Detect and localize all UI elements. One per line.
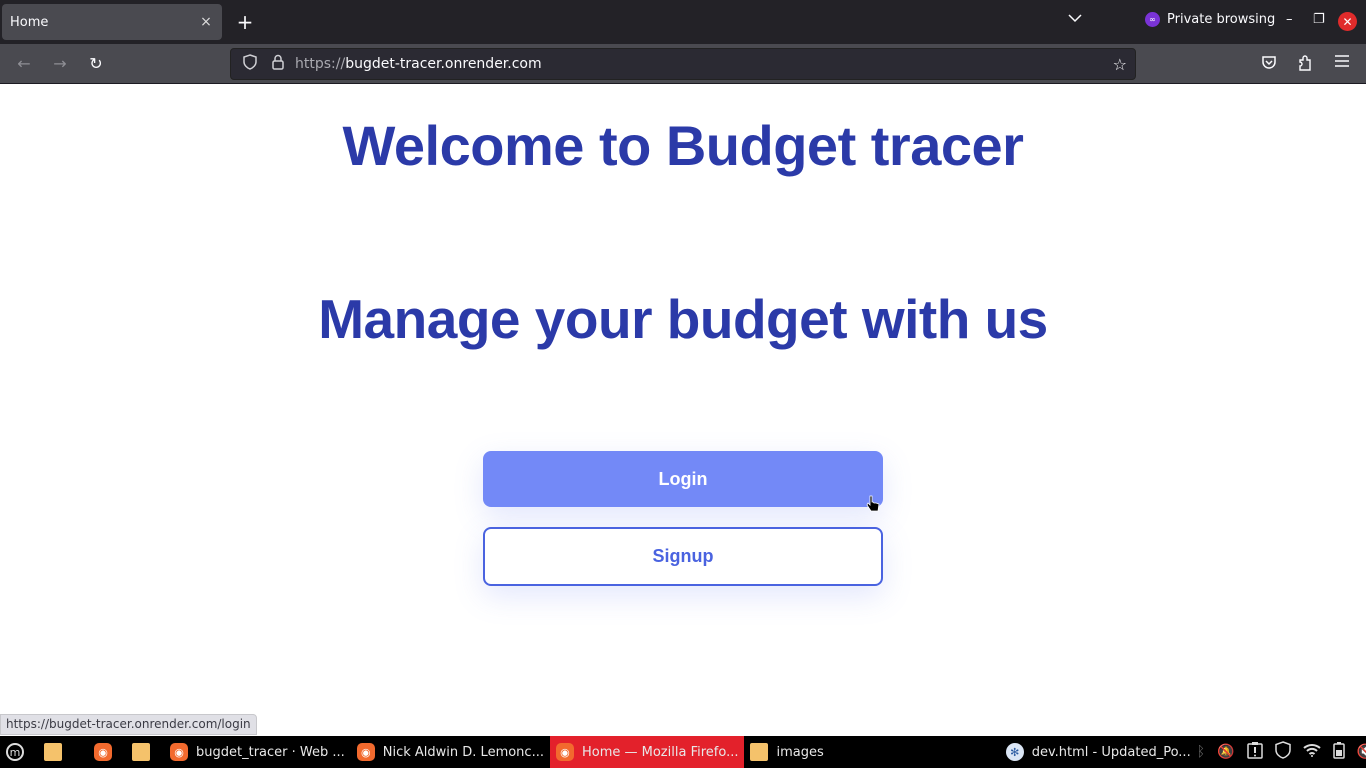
close-tab-icon[interactable]: × [198,14,214,30]
tab-home[interactable]: Home × [2,4,222,40]
back-button[interactable]: ← [14,54,34,73]
firefox-icon: ◉ [94,743,112,761]
pocket-icon[interactable] [1261,54,1277,74]
hand-cursor-icon [866,495,880,517]
url-protocol: https:// [295,56,346,72]
folder-icon [750,743,769,761]
taskbar-window-label: dev.html - Updated_Po... [1031,744,1191,760]
bookmark-star-icon[interactable]: ☆ [1113,55,1127,74]
wifi-icon[interactable] [1302,743,1321,761]
private-browsing-indicator: ∞ Private browsing [1145,12,1275,27]
taskbar-window-label: images [776,744,824,760]
navigation-toolbar: ← → ↻ https://bugdet-tracer.onrender.com… [0,44,1366,84]
update-manager-icon[interactable] [1246,741,1263,763]
page-title: Welcome to Budget tracer [342,114,1024,177]
tagline: Manage your budget with us [318,288,1048,350]
forward-button[interactable]: → [50,54,70,73]
taskbar-window[interactable]: ◉ Nick Aldwin D. Lemonc... [351,736,550,768]
system-tray: ᛒ 🔕 🔇 03:32:57 PM PST [1197,737,1366,767]
notifications-muted-icon[interactable]: 🔕 [1217,744,1234,760]
firefox-icon: ◉ [356,743,375,761]
taskbar-window-active[interactable]: ◉ Home — Mozilla Firefo... [549,736,745,768]
status-bar-link-preview: https://bugdet-tracer.onrender.com/login [0,714,257,735]
maximize-button[interactable]: ❐ [1313,12,1325,27]
signup-button[interactable]: Signup [483,527,883,586]
shield-icon[interactable] [239,54,261,74]
folder-icon [132,743,150,761]
taskbar-window[interactable]: ✻ dev.html - Updated_Po... [1000,736,1197,768]
private-mask-icon: ∞ [1145,12,1160,27]
firefox-icon: ◉ [170,743,188,761]
start-menu-button[interactable]: m [0,736,38,768]
hamburger-menu-icon[interactable] [1334,54,1350,72]
taskbar-window-label: bugdet_tracer · Web ... [196,744,345,760]
security-shield-icon[interactable] [1274,741,1291,763]
tab-title: Home [10,14,49,30]
lock-icon[interactable] [267,54,289,74]
linux-mint-icon: m [6,743,24,761]
taskbar-window-label: Nick Aldwin D. Lemonc... [382,744,544,760]
battery-icon[interactable] [1332,741,1345,763]
tab-bar: Home × + ∞ Private browsing – ❐ ✕ [0,0,1366,44]
bluetooth-icon[interactable]: ᛒ [1197,744,1205,760]
new-tab-button[interactable]: + [234,10,256,34]
launcher-firefox[interactable]: ◉ [88,736,126,768]
reload-button[interactable]: ↻ [86,54,106,73]
volume-muted-icon[interactable]: 🔇 [1357,744,1366,760]
tab-list-chevron-icon[interactable] [1068,12,1082,26]
firefox-icon: ◉ [555,743,574,761]
extensions-puzzle-icon[interactable] [1297,54,1313,76]
taskbar-window-label: Home — Mozilla Firefo... [581,744,739,760]
url-bar[interactable]: https://bugdet-tracer.onrender.com ☆ [230,48,1136,80]
url-host: bugdet-tracer.onrender.com [345,56,542,72]
close-window-button[interactable]: ✕ [1338,12,1357,31]
taskbar-window[interactable]: images [744,736,829,768]
taskbar: m ◉ ◉ bugdet_tracer · Web ... ◉ Nick Ald… [0,736,1366,768]
minimize-button[interactable]: – [1286,12,1293,27]
folder-icon [44,743,62,761]
launcher-files[interactable] [126,736,164,768]
show-desktop-button[interactable] [38,736,76,768]
taskbar-window[interactable]: ◉ bugdet_tracer · Web ... [164,736,351,768]
login-button[interactable]: Login [483,451,883,507]
page-content: Welcome to Budget tracer Manage your bud… [0,85,1366,735]
kde-editor-icon: ✻ [1005,743,1024,761]
private-browsing-label: Private browsing [1167,12,1276,27]
